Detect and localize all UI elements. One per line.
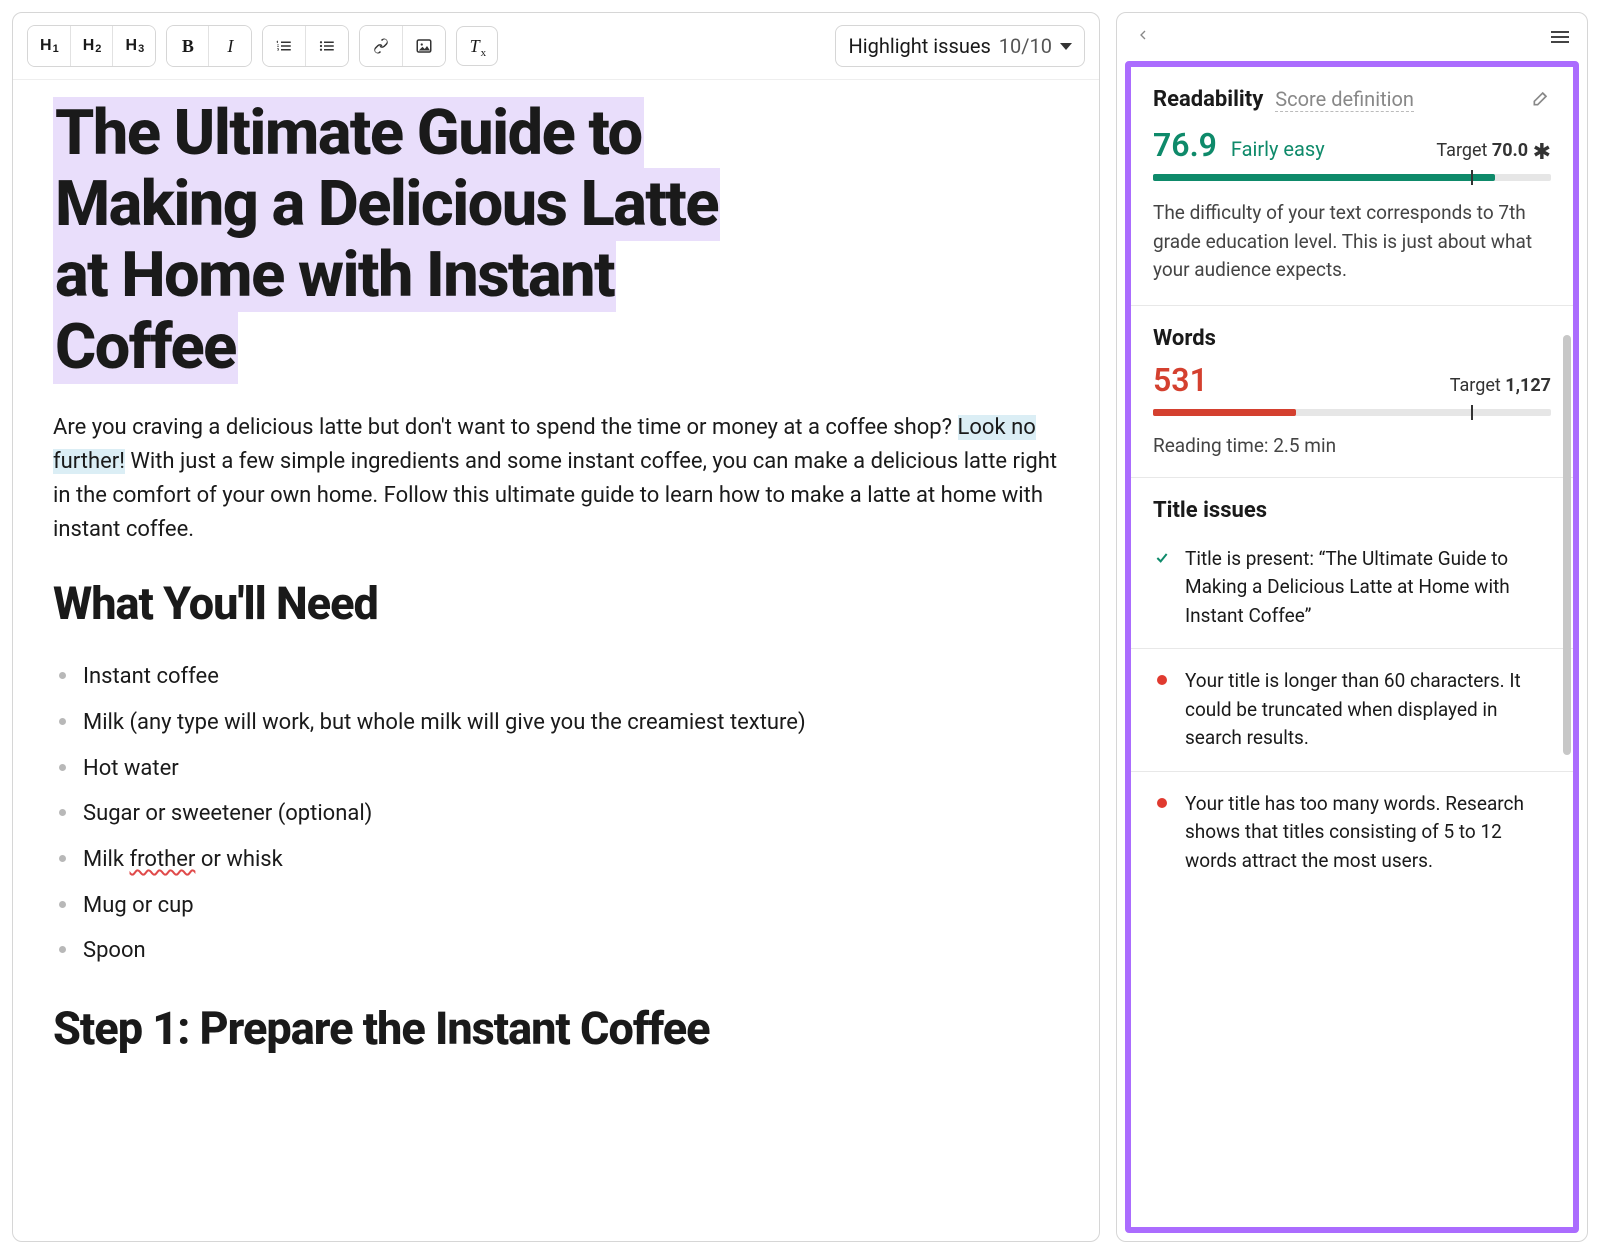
- words-section: Words 531 Target 1,127 Reading time: 2.5…: [1131, 306, 1573, 478]
- highlight-issues-label: Highlight issues: [848, 34, 990, 58]
- analysis-panel: Readability Score definition 76.9 Fairly…: [1125, 61, 1579, 1233]
- bold-button[interactable]: B: [167, 26, 209, 66]
- title-issues-list: Title is present: “The Ultimate Guide to…: [1131, 527, 1573, 894]
- readability-section: Readability Score definition 76.9 Fairly…: [1131, 67, 1573, 306]
- unordered-list-icon: [318, 37, 336, 55]
- format-group: B I: [166, 25, 252, 67]
- readability-bar-tick: [1471, 170, 1473, 185]
- words-bar-fill: [1153, 409, 1296, 416]
- image-icon: [415, 37, 433, 55]
- error-dot-icon: [1157, 798, 1167, 808]
- words-bar-tick: [1471, 405, 1473, 420]
- readability-heading: Readability: [1153, 87, 1263, 112]
- issue-item-ok: Title is present: “The Ultimate Guide to…: [1131, 527, 1573, 650]
- list-item[interactable]: Spoon: [59, 928, 1059, 974]
- chevron-down-icon: [1060, 43, 1072, 50]
- readability-rating: Fairly easy: [1231, 137, 1325, 161]
- reading-time: Reading time: 2.5 min: [1153, 434, 1551, 457]
- link-button[interactable]: [360, 26, 403, 66]
- heading-group: H1 H2 H3: [27, 25, 156, 67]
- score-definition-link[interactable]: Score definition: [1275, 87, 1414, 112]
- highlight-issues-count: 10/10: [999, 34, 1052, 58]
- insert-group: [359, 25, 446, 67]
- list-item[interactable]: Milk frother or whisk: [59, 837, 1059, 883]
- heading-step-1[interactable]: Step 1: Prepare the Instant Coffee: [53, 1002, 1059, 1055]
- title-issues-section: Title issues Title is present: “The Ulti…: [1131, 478, 1573, 894]
- check-icon: [1153, 549, 1171, 567]
- word-count: 531: [1153, 361, 1208, 399]
- editor-pane: H1 H2 H3 B I T Highlight issues: [12, 12, 1100, 1242]
- italic-button[interactable]: I: [209, 26, 251, 66]
- title-issues-heading: Title issues: [1131, 478, 1573, 527]
- list-item[interactable]: Instant coffee: [59, 654, 1059, 700]
- issue-item-warning: Your title is longer than 60 characters.…: [1131, 649, 1573, 772]
- highlight-issues-dropdown[interactable]: Highlight issues 10/10: [835, 25, 1085, 67]
- hamburger-icon[interactable]: [1551, 31, 1569, 43]
- list-item[interactable]: Milk (any type will work, but whole milk…: [59, 700, 1059, 746]
- clear-format-button[interactable]: T: [456, 26, 498, 66]
- heading-what-youll-need[interactable]: What You'll Need: [53, 577, 1059, 630]
- back-icon[interactable]: [1135, 27, 1151, 47]
- sidebar-panel: Readability Score definition 76.9 Fairly…: [1116, 12, 1588, 1242]
- scrollbar-thumb[interactable]: [1563, 335, 1571, 755]
- list-item[interactable]: Sugar or sweetener (optional): [59, 791, 1059, 837]
- h3-button[interactable]: H3: [113, 26, 155, 66]
- readability-description: The difficulty of your text corresponds …: [1153, 199, 1551, 285]
- words-bar: [1153, 409, 1551, 416]
- ordered-list-button[interactable]: [263, 26, 306, 66]
- readability-bar: [1153, 174, 1551, 181]
- list-item[interactable]: Mug or cup: [59, 883, 1059, 929]
- h2-button[interactable]: H2: [71, 26, 114, 66]
- page-title[interactable]: The Ultimate Guide to Making a Delicious…: [53, 98, 1059, 383]
- error-dot-icon: [1157, 675, 1167, 685]
- sidebar-top-bar: [1117, 13, 1587, 57]
- readability-bar-fill: [1153, 174, 1495, 181]
- readability-score: 76.9: [1153, 126, 1217, 164]
- scrollbar-track[interactable]: [1563, 71, 1571, 1223]
- editor-toolbar: H1 H2 H3 B I T Highlight issues: [13, 13, 1099, 80]
- link-icon: [372, 37, 390, 55]
- list-group: [262, 25, 349, 67]
- issue-item-warning: Your title has too many words. Research …: [1131, 772, 1573, 894]
- list-item[interactable]: Hot water: [59, 746, 1059, 792]
- unordered-list-button[interactable]: [306, 26, 348, 66]
- intro-paragraph[interactable]: Are you craving a delicious latte but do…: [53, 411, 1059, 547]
- document-body[interactable]: The Ultimate Guide to Making a Delicious…: [13, 80, 1099, 1109]
- ordered-list-icon: [275, 37, 293, 55]
- words-heading: Words: [1153, 326, 1216, 351]
- ingredients-list[interactable]: Instant coffee Milk (any type will work,…: [53, 654, 1059, 974]
- h1-button[interactable]: H1: [28, 26, 71, 66]
- readability-target: Target 70.0 ✱: [1436, 137, 1551, 162]
- edit-icon[interactable]: [1531, 88, 1551, 112]
- words-target: Target 1,127: [1450, 375, 1551, 396]
- image-button[interactable]: [403, 26, 445, 66]
